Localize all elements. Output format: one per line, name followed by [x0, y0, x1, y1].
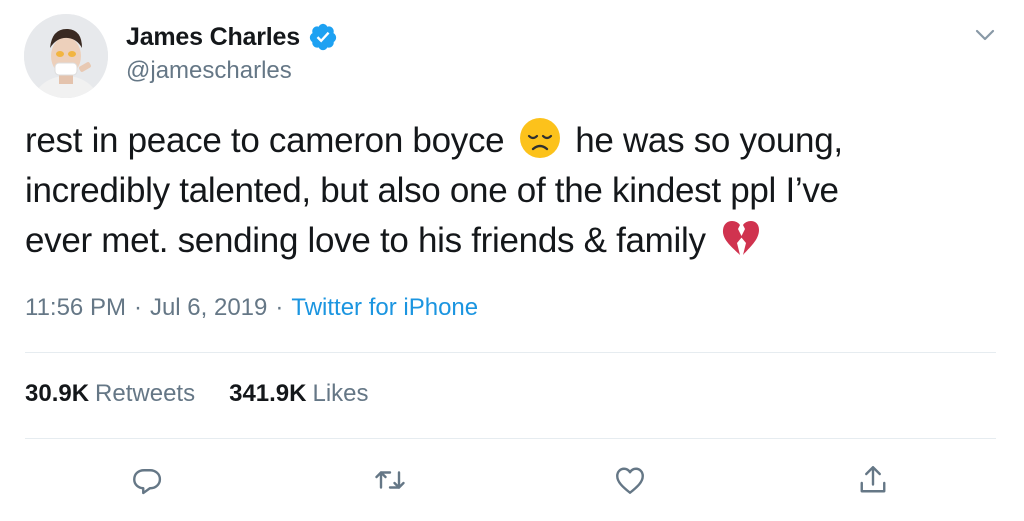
meta-separator: · — [275, 294, 284, 321]
likes-count: 341.9K — [229, 380, 307, 407]
retweets-count: 30.9K — [25, 380, 90, 407]
retweet-icon — [375, 471, 405, 489]
broken-heart-emoji-icon — [719, 216, 763, 260]
engagement-stats: 30.9K Retweets 341.9K Likes — [25, 380, 369, 408]
display-name[interactable]: James Charles — [126, 23, 300, 52]
disappointed-face-emoji-icon — [518, 116, 562, 160]
like-icon — [616, 467, 644, 494]
avatar[interactable] — [24, 14, 108, 98]
name-row: James Charles — [126, 22, 338, 52]
tweet-card: James Charles @jamescharles rest in peac… — [0, 0, 1024, 521]
meta-separator: · — [133, 294, 142, 321]
tweet-date[interactable]: Jul 6, 2019 — [150, 294, 267, 322]
tweet-text-part: he was so young, — [575, 121, 843, 160]
retweet-button[interactable] — [372, 462, 408, 498]
tweet-time[interactable]: 11:56 PM — [25, 294, 126, 322]
tweet-line-3: ever met. sending love to his friends & … — [25, 216, 985, 266]
tweet-text-part: rest in peace to cameron boyce — [25, 121, 505, 160]
verified-badge-icon — [308, 22, 338, 52]
tweet-source-link[interactable]: Twitter for iPhone — [291, 294, 478, 322]
share-icon — [860, 466, 886, 493]
retweets-stat[interactable]: 30.9K Retweets — [25, 380, 195, 408]
tweet-line-2: incredibly talented, but also one of the… — [25, 171, 839, 210]
share-button[interactable] — [855, 462, 891, 498]
tweet-meta: 11:56 PM · Jul 6, 2019 · Twitter for iPh… — [25, 294, 478, 322]
chevron-down-icon[interactable] — [972, 24, 998, 46]
like-button[interactable] — [612, 462, 648, 498]
handle[interactable]: @jamescharles — [126, 57, 292, 85]
tweet-line-1: rest in peace to cameron boyce he was so… — [25, 116, 985, 166]
reply-icon — [133, 469, 162, 495]
reply-button[interactable] — [129, 462, 165, 498]
likes-stat[interactable]: 341.9K Likes — [229, 380, 368, 408]
divider — [25, 352, 996, 353]
divider — [25, 438, 996, 439]
tweet-text: rest in peace to cameron boyce he was so… — [25, 116, 985, 266]
retweets-label: Retweets — [95, 380, 196, 407]
tweet-text-part: ever met. sending love to his friends & … — [25, 221, 706, 260]
likes-label: Likes — [312, 380, 369, 407]
